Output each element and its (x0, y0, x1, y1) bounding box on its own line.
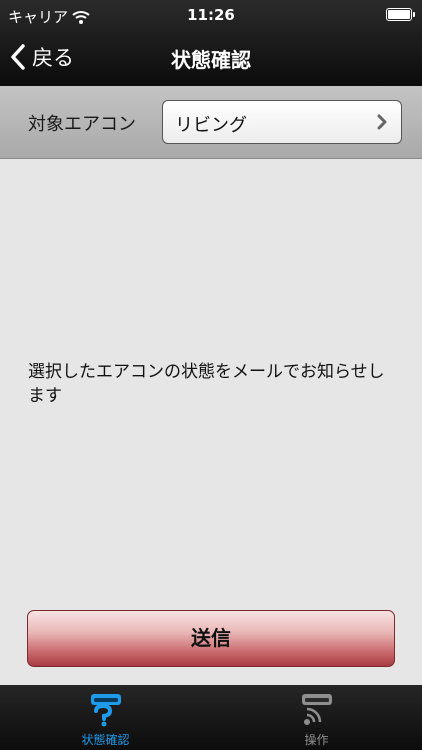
target-aircon-row: 対象エアコン リビング (0, 86, 422, 159)
tab-status-check-label: 状態確認 (81, 733, 130, 747)
battery-icon (386, 8, 415, 21)
send-button[interactable]: 送信 (27, 610, 395, 667)
remote-operation-icon (302, 694, 332, 725)
target-aircon-selector[interactable]: リビング (162, 100, 402, 144)
page-title: 状態確認 (171, 48, 251, 72)
target-aircon-value: リビング (175, 115, 247, 136)
tab-operation-label: 操作 (304, 733, 329, 747)
target-aircon-label: 対象エアコン (28, 114, 136, 135)
status-time: 11:26 (187, 6, 235, 24)
tab-status-check[interactable]: 状態確認 (0, 685, 211, 750)
chevron-right-icon (377, 114, 387, 130)
navigation-bar: 戻る 状態確認 (0, 30, 422, 86)
status-bar: キャリア 11:26 (0, 0, 422, 30)
tab-operation[interactable]: 操作 (211, 685, 422, 750)
top-bar: キャリア 11:26 戻る 状態確認 (0, 0, 422, 86)
status-check-icon (91, 694, 121, 727)
info-message: 選択したエアコンの状態をメールでお知らせします (28, 362, 385, 406)
tab-bar: 状態確認 操作 (0, 685, 422, 750)
